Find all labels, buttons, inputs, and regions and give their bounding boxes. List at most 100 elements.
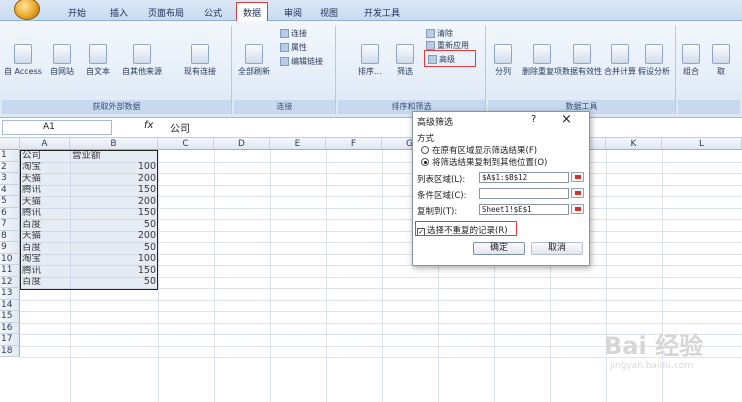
criteria-range-input[interactable] xyxy=(479,188,569,199)
remove-duplicates-button[interactable]: 删除重复项 xyxy=(522,44,562,77)
text-icon xyxy=(89,44,107,64)
range-picker-icon[interactable] xyxy=(571,188,584,198)
dialog-title: 高级筛选 xyxy=(417,118,454,128)
from-other-sources-button[interactable]: 自其他来源 xyxy=(122,44,162,77)
row-header[interactable]: 12 xyxy=(0,276,20,288)
unique-highlight xyxy=(415,221,517,236)
row-header[interactable]: 3 xyxy=(0,173,20,185)
name-box[interactable]: A1 xyxy=(2,120,112,135)
group-get-external-data: 自 Access 自网站 自文本 自其他来源 现有连接 获取外部数据 xyxy=(2,26,232,114)
ungroup-icon xyxy=(712,44,730,64)
column-header[interactable]: E xyxy=(270,138,326,150)
row-header[interactable]: 16 xyxy=(0,322,20,334)
from-access-button[interactable]: 自 Access xyxy=(4,44,42,77)
funnel-icon xyxy=(396,44,414,64)
group-connections: 全部刷新 连接 属性 编辑链接 连接 xyxy=(234,26,336,114)
selection-range xyxy=(20,150,158,290)
baidu-watermark: Bai 经验 jingyan.baidu.com xyxy=(604,326,734,382)
group-label xyxy=(678,100,740,114)
link-icon xyxy=(280,57,289,66)
ribbon: 自 Access 自网站 自文本 自其他来源 现有连接 获取外部数据 全部刷新 … xyxy=(0,21,742,118)
formula-input[interactable]: 公司 xyxy=(170,120,190,135)
mode-label: 方式 xyxy=(417,134,435,144)
help-button[interactable]: ? xyxy=(531,114,536,125)
fx-icon[interactable]: fx xyxy=(144,120,153,131)
option-in-place[interactable]: 在原有区域显示筛选结果(F) xyxy=(421,144,537,156)
row-header[interactable]: 11 xyxy=(0,265,20,277)
tab-home[interactable]: 开始 xyxy=(68,6,86,19)
close-button[interactable]: × xyxy=(561,112,572,127)
column-header[interactable]: C xyxy=(158,138,214,150)
properties-button[interactable]: 属性 xyxy=(280,42,307,53)
range-picker-icon[interactable] xyxy=(571,204,584,214)
column-header[interactable]: L xyxy=(662,138,742,150)
row-header[interactable]: 1 xyxy=(0,150,20,162)
tab-formulas[interactable]: 公式 xyxy=(204,6,222,19)
radio-icon xyxy=(421,146,429,154)
row-header[interactable]: 17 xyxy=(0,334,20,346)
connections-button[interactable]: 连接 xyxy=(280,28,307,39)
advanced-filter-dialog: 高级筛选 ? × 方式 在原有区域显示筛选结果(F) 将筛选结果复制到其他位置(… xyxy=(412,111,590,266)
refresh-all-button[interactable]: 全部刷新 xyxy=(238,44,270,77)
columns-icon xyxy=(494,44,512,64)
ribbon-tabs: 开始 插入 页面布局 公式 数据 审阅 视图 开发工具 xyxy=(0,0,742,22)
edit-links-button[interactable]: 编辑链接 xyxy=(280,56,323,67)
tab-insert[interactable]: 插入 xyxy=(110,6,128,19)
criteria-range-label: 条件区域(C): xyxy=(417,191,467,201)
ok-button[interactable]: 确定 xyxy=(473,242,525,255)
row-header[interactable]: 15 xyxy=(0,311,20,323)
column-header[interactable]: B xyxy=(70,138,158,150)
copy-to-input[interactable]: Sheet1!$E$1 xyxy=(479,204,569,215)
list-range-input[interactable]: $A$1:$B$12 xyxy=(479,172,569,183)
range-picker-icon[interactable] xyxy=(571,172,584,182)
column-header[interactable]: D xyxy=(214,138,270,150)
filter-button[interactable]: 筛选 xyxy=(396,44,414,77)
existing-connections-button[interactable]: 现有连接 xyxy=(184,44,216,77)
data-validation-button[interactable]: 数据有效性 xyxy=(562,44,602,77)
tab-view[interactable]: 视图 xyxy=(320,6,338,19)
tab-data[interactable]: 数据 xyxy=(236,2,269,22)
row-header[interactable]: 14 xyxy=(0,299,20,311)
clear-filter-button[interactable]: 清除 xyxy=(426,28,453,39)
clear-icon xyxy=(426,29,435,38)
row-header[interactable]: 9 xyxy=(0,242,20,254)
grid-line xyxy=(20,311,742,312)
formula-bar: A1 fx 公司 xyxy=(0,118,742,138)
group-sort-filter: 排序... 筛选 清除 重新应用 高级 排序和筛选 xyxy=(338,26,486,114)
group-button[interactable]: 组合 xyxy=(682,44,700,77)
consolidate-button[interactable]: 合并计算 xyxy=(604,44,636,77)
what-if-icon xyxy=(645,44,663,64)
from-text-button[interactable]: 自文本 xyxy=(86,44,110,77)
row-header[interactable]: 8 xyxy=(0,230,20,242)
column-header[interactable]: A xyxy=(20,138,70,150)
cancel-button[interactable]: 取消 xyxy=(531,242,583,255)
tab-page-layout[interactable]: 页面布局 xyxy=(148,6,184,19)
row-header[interactable]: 5 xyxy=(0,196,20,208)
sort-button[interactable]: 排序... xyxy=(358,44,382,77)
tab-review[interactable]: 审阅 xyxy=(284,6,302,19)
watermark-logo: Bai 经验 xyxy=(604,332,704,360)
row-header[interactable]: 10 xyxy=(0,253,20,265)
row-header[interactable]: 18 xyxy=(0,345,20,357)
column-header[interactable]: K xyxy=(606,138,662,150)
group-outline: 组合 取 xyxy=(678,26,740,114)
column-header[interactable]: F xyxy=(326,138,382,150)
row-header[interactable]: 2 xyxy=(0,161,20,173)
tab-developer[interactable]: 开发工具 xyxy=(364,6,400,19)
select-all-corner[interactable] xyxy=(0,138,20,150)
properties-icon xyxy=(280,43,289,52)
option-copy-to[interactable]: 将筛选结果复制到其他位置(O) xyxy=(421,156,547,168)
grid-line xyxy=(20,299,742,301)
office-button[interactable] xyxy=(14,0,40,20)
consolidate-icon xyxy=(611,44,629,64)
what-if-button[interactable]: 假设分析 xyxy=(638,44,670,77)
from-web-button[interactable]: 自网站 xyxy=(50,44,74,77)
other-sources-icon xyxy=(133,44,151,64)
row-header[interactable]: 13 xyxy=(0,288,20,300)
text-to-columns-button[interactable]: 分列 xyxy=(494,44,512,77)
row-header[interactable]: 7 xyxy=(0,219,20,231)
ungroup-button[interactable]: 取 xyxy=(712,44,730,77)
row-header[interactable]: 4 xyxy=(0,184,20,196)
row-header[interactable]: 6 xyxy=(0,207,20,219)
list-range-label: 列表区域(L): xyxy=(417,175,466,185)
